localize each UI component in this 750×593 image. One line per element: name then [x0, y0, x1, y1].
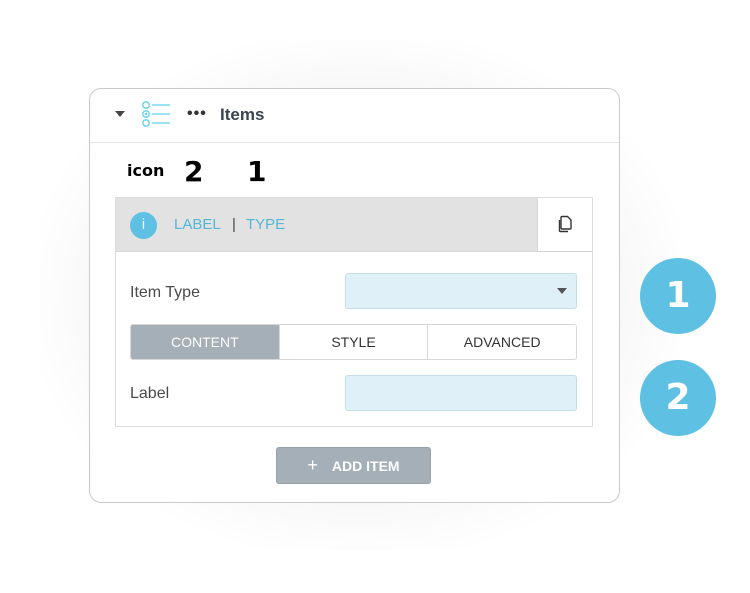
tab-content[interactable]: CONTENT	[131, 325, 280, 359]
tab-advanced[interactable]: ADVANCED	[428, 325, 576, 359]
item-type-label: Item Type	[130, 284, 200, 301]
item-title-bar[interactable]: i LABEL | TYPE	[116, 198, 592, 252]
copy-icon	[558, 215, 572, 233]
item-type-text: TYPE	[246, 216, 286, 233]
info-icon: i	[130, 212, 157, 239]
plus-icon: +	[307, 455, 318, 475]
step-badge-2: 2	[640, 360, 716, 436]
list-icon	[142, 101, 170, 127]
item-separator: |	[232, 216, 236, 233]
label-field-label: Label	[130, 385, 170, 402]
item-tabs: CONTENT STYLE ADVANCED	[130, 324, 577, 360]
marker-2: 2	[184, 155, 204, 188]
panel-header[interactable]: ••• Items	[90, 89, 619, 143]
items-panel: ••• Items icon 2 1 i LABEL | TYPE Item T…	[89, 88, 620, 503]
caret-down-icon[interactable]	[115, 111, 125, 117]
panel-title: Items	[220, 105, 265, 124]
more-options-icon[interactable]: •••	[187, 105, 207, 123]
item-type-select[interactable]	[345, 273, 577, 309]
item-label-text: LABEL	[174, 216, 221, 233]
add-item-label: ADD ITEM	[331, 458, 400, 474]
duplicate-button[interactable]	[537, 198, 592, 251]
marker-1: 1	[247, 155, 267, 188]
repeater-item: i LABEL | TYPE Item Type CONTENT STYLE A…	[115, 197, 593, 427]
label-input[interactable]	[345, 375, 577, 411]
tab-style[interactable]: STYLE	[279, 325, 429, 359]
step-badge-1: 1	[640, 258, 716, 334]
marker-icon-label: icon	[127, 161, 165, 180]
add-item-button[interactable]: + ADD ITEM	[276, 447, 431, 484]
chevron-down-icon	[557, 288, 567, 294]
